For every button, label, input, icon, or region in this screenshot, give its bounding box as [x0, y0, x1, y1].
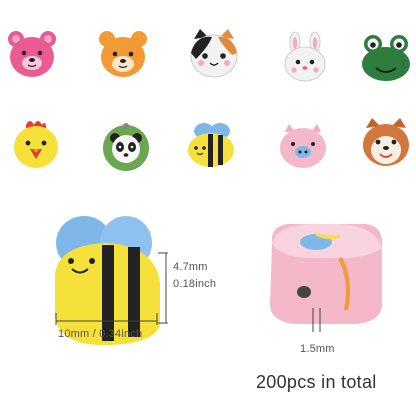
width-label: 10mm / 0.34inch: [58, 328, 143, 340]
dog-icon: [363, 118, 409, 166]
chicken-bead: [8, 115, 64, 171]
bunny-bead: [277, 30, 333, 86]
chicken-icon: [14, 121, 58, 168]
height-mm-label: 4.7mm: [173, 261, 208, 273]
orange-bear-icon: [99, 31, 147, 77]
orange-bear-bead: [95, 27, 151, 83]
frog-icon: [362, 35, 410, 81]
height-inch-label: 0.18inch: [173, 278, 217, 290]
quantity-caption: 200pcs in total: [256, 372, 377, 392]
bunny-icon: [284, 31, 326, 82]
bee-icon: [188, 123, 234, 167]
pig-icon: [280, 124, 326, 168]
panda-icon: [103, 123, 149, 171]
pig-bead: [275, 118, 331, 174]
panda-bead: [98, 118, 154, 174]
cat-icon: [190, 29, 238, 78]
dog-bead: [358, 114, 414, 170]
frog-bead: [358, 30, 414, 86]
pink-bear-bead: [4, 27, 60, 83]
bee-dimension-panel: 4.7mm 0.18inch 10mm / 0.34inch: [0, 205, 228, 370]
hole-detail-panel: 1.5mm: [256, 210, 396, 360]
hole-size-label: 1.5mm: [300, 343, 335, 355]
bee-bead: [182, 117, 238, 173]
cat-bead: [186, 25, 242, 81]
pig-bead-side-view: [270, 223, 383, 332]
pink-bear-icon: [8, 31, 56, 77]
